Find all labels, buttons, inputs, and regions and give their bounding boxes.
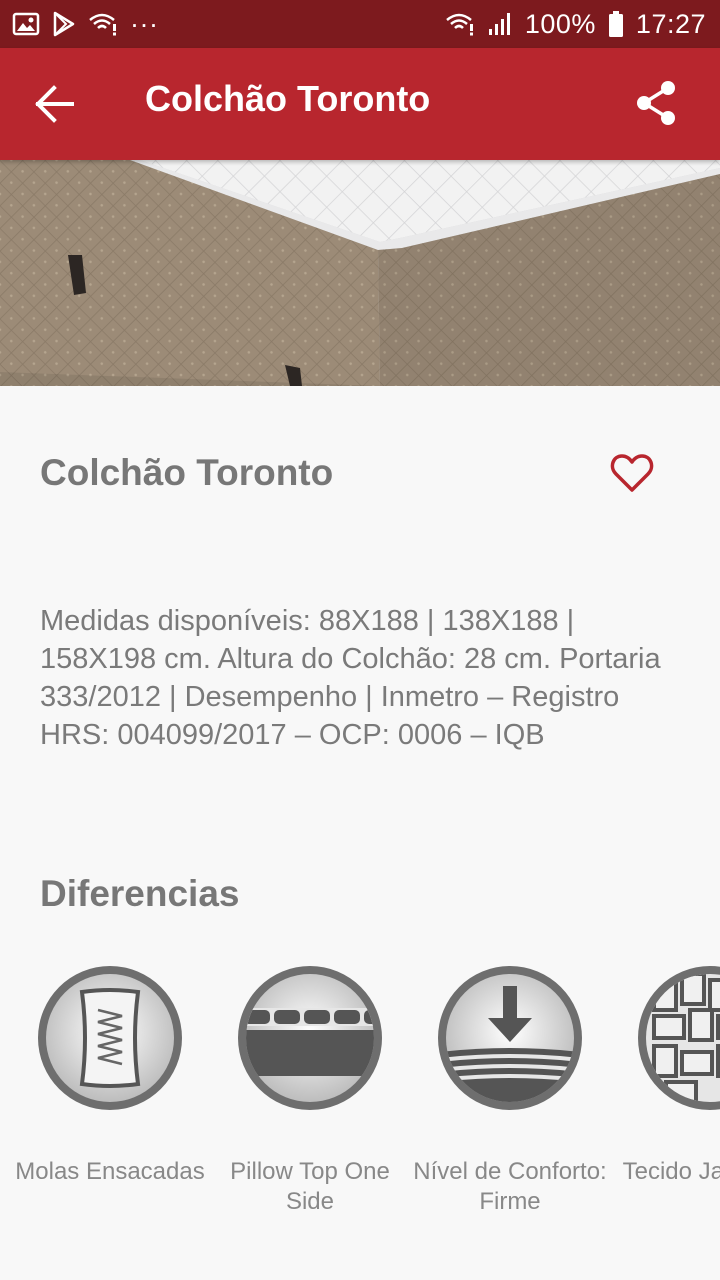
more-icon: ··· <box>130 8 159 39</box>
image-icon <box>12 12 40 36</box>
feature-item[interactable]: Tecido Jacquard <box>610 960 720 1220</box>
pillow-top-icon <box>238 966 382 1110</box>
product-description: Medidas disponíveis: 88X188 | 138X188 | … <box>40 605 661 751</box>
back-button[interactable] <box>34 84 78 124</box>
feature-item[interactable]: Nível de Conforto: Firme <box>410 960 610 1220</box>
section-title-diferencias: Diferencias <box>40 873 240 914</box>
app-bar-title: Colchão Toronto <box>145 78 431 119</box>
status-bar: ··· 100% 17:27 <box>0 0 720 48</box>
app-bar: Colchão Toronto <box>0 48 720 160</box>
pocket-springs-icon <box>38 966 182 1110</box>
battery-icon <box>608 10 624 38</box>
feature-label: Molas Ensacadas <box>15 1158 205 1185</box>
status-bar-right: 100% 17:27 <box>445 9 706 40</box>
arrow-back-icon <box>35 85 74 123</box>
feature-item[interactable]: Molas Ensacadas <box>10 960 210 1220</box>
product-image-carousel[interactable] <box>0 160 720 386</box>
play-store-icon <box>52 11 76 37</box>
fabric-weave-icon <box>638 966 720 1110</box>
share-button[interactable] <box>634 78 680 128</box>
heart-outline-icon <box>610 454 654 492</box>
feature-label: Nível de Conforto: Firme <box>413 1158 607 1215</box>
features-carousel[interactable]: Molas Ensacadas Pillow Top One Side Níve… <box>0 960 720 1220</box>
product-title: Colchão Toronto <box>40 452 334 493</box>
comfort-level-icon <box>438 966 582 1110</box>
clock: 17:27 <box>635 8 706 39</box>
feature-label: Tecido Jacquard <box>622 1158 720 1185</box>
battery-percent: 100% <box>524 8 596 39</box>
wifi-icon <box>445 12 475 36</box>
wifi-question-icon <box>88 12 118 36</box>
favorite-button[interactable] <box>610 452 654 494</box>
feature-label: Pillow Top One Side <box>230 1158 390 1215</box>
feature-item[interactable]: Pillow Top One Side <box>210 960 410 1220</box>
signal-icon <box>487 11 513 37</box>
share-icon <box>637 81 675 125</box>
status-bar-left: ··· <box>12 9 158 40</box>
product-image <box>0 160 720 386</box>
